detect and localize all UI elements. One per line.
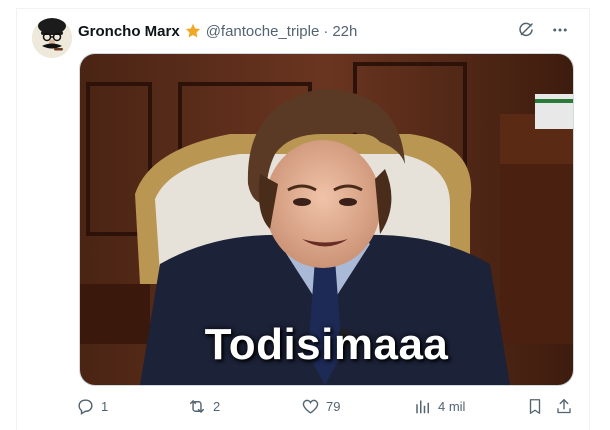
views-icon	[414, 397, 432, 416]
timeline-border-top	[16, 8, 590, 9]
bookmark-icon	[526, 397, 544, 416]
tweet-media[interactable]: Todisimaaa	[79, 53, 574, 386]
timestamp[interactable]: 22h	[332, 23, 357, 40]
reply-icon	[76, 397, 95, 416]
tweet-actions: 1 2 79 4 mil	[76, 397, 576, 419]
heart-icon	[301, 397, 320, 416]
retweet-count: 2	[213, 399, 221, 414]
share-icon	[555, 397, 573, 416]
tweet-top-actions	[516, 20, 570, 40]
gold-star-icon	[184, 22, 202, 40]
handle[interactable]: @fantoche_triple	[206, 23, 320, 40]
timeline-border-right	[589, 8, 590, 430]
retweet-icon	[187, 397, 207, 416]
more-icon[interactable]	[550, 20, 570, 40]
media-caption: Todisimaaa	[204, 320, 449, 369]
bookmark-button[interactable]	[526, 397, 544, 416]
like-count: 79	[326, 399, 341, 414]
separator-dot: ·	[323, 22, 329, 40]
views-count: 4 mil	[438, 399, 466, 414]
like-button[interactable]: 79	[301, 397, 340, 416]
display-name[interactable]: Groncho Marx	[78, 23, 180, 40]
views-button[interactable]: 4 mil	[414, 397, 465, 416]
reply-button[interactable]: 1	[76, 397, 108, 416]
avatar[interactable]	[32, 18, 72, 58]
tweet-header: Groncho Marx @fantoche_triple · 22h	[78, 20, 357, 42]
retweet-button[interactable]: 2	[187, 397, 220, 416]
share-button[interactable]	[555, 397, 573, 416]
reply-count: 1	[101, 399, 109, 414]
grok-icon[interactable]	[516, 20, 536, 40]
timeline-border-left	[16, 8, 17, 430]
